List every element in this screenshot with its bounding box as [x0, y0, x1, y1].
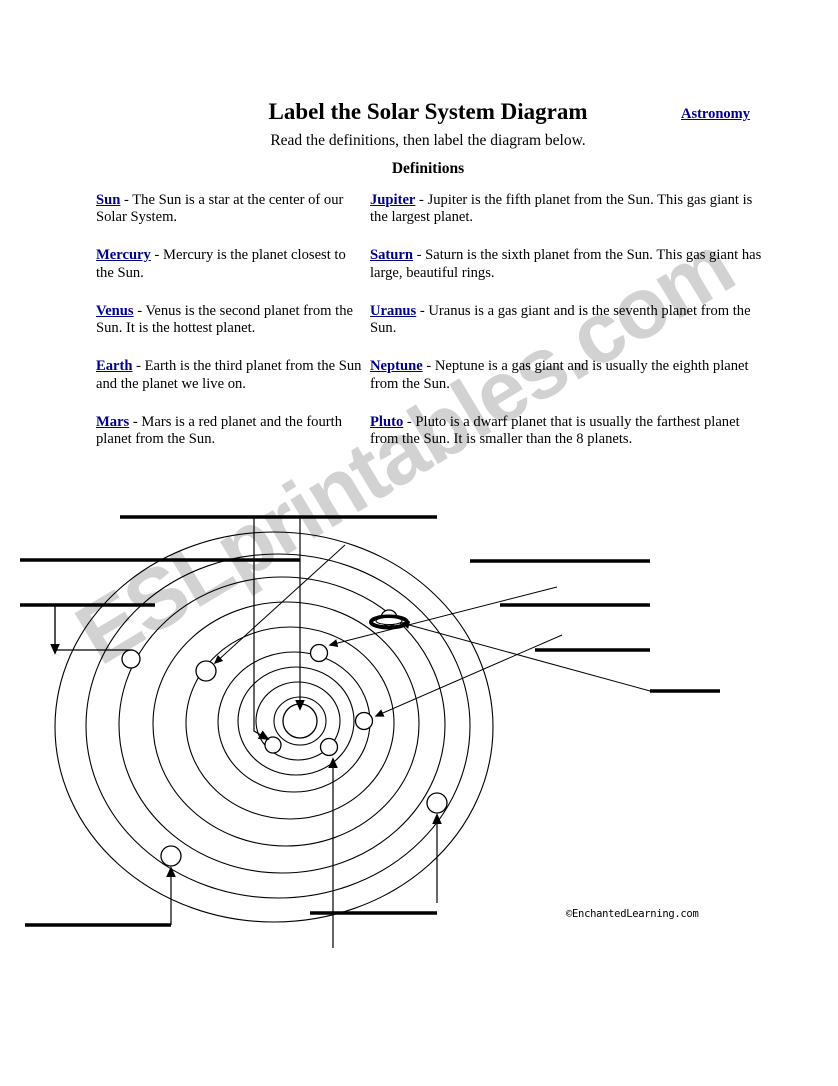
leader-to-earth: [328, 586, 558, 648]
leader-to-saturn: [400, 621, 651, 692]
planet-uranus: [195, 660, 217, 682]
definition-saturn: Saturn - Saturn is the sixth planet from…: [370, 247, 762, 281]
astronomy-category-link[interactable]: Astronomy: [681, 106, 750, 123]
planet-pluto-b: [426, 792, 448, 814]
definitions-heading: Definitions: [391, 160, 465, 177]
sun-body: [282, 703, 318, 739]
definition-text-neptune: - Neptune is a gas giant and is usually …: [370, 358, 749, 392]
definition-term-uranus: Uranus: [370, 302, 417, 319]
definition-text-mars: - Mars is a red planet and the fourth pl…: [96, 413, 342, 447]
definition-neptune: Neptune - Neptune is a gas giant and is …: [370, 358, 762, 392]
orbit-rings: [54, 531, 494, 923]
definition-uranus: Uranus - Uranus is a gas giant and is th…: [370, 303, 762, 337]
page-subtitle: Read the definitions, then label the dia…: [270, 132, 586, 149]
definition-jupiter: Jupiter - Jupiter is the fifth planet fr…: [370, 192, 762, 226]
definition-text-uranus: - Uranus is a gas giant and is the seven…: [370, 302, 751, 337]
definition-term-neptune: Neptune: [370, 358, 423, 375]
definition-mars: Mars - Mars is a red planet and the four…: [96, 414, 364, 448]
copyright-notice: ©EnchantedLearning.com: [566, 908, 699, 920]
definition-pluto: Pluto - Pluto is a dwarf planet that is …: [370, 414, 762, 448]
definitions-right-column: Jupiter - Jupiter is the fifth planet fr…: [370, 192, 762, 469]
orbit-ring-9: [54, 531, 494, 923]
leader-to-mars: [374, 634, 563, 717]
leader-to-jupiter: [213, 544, 346, 665]
definition-term-saturn: Saturn: [370, 247, 413, 264]
solar-system-diagram: [0, 495, 838, 955]
definition-mercury: Mercury - Mercury is the planet closest …: [96, 247, 364, 281]
definition-text-earth: - Earth is the third planet from the Sun…: [96, 358, 362, 392]
definition-term-mars: Mars: [96, 413, 130, 430]
definition-term-mercury: Mercury: [96, 247, 151, 264]
planet-pluto-a: [160, 845, 182, 867]
definition-term-venus: Venus: [96, 302, 134, 319]
definition-text-pluto: - Pluto is a dwarf planet that is usuall…: [370, 413, 740, 447]
planet-venus: [319, 737, 339, 757]
definition-sun: Sun - The Sun is a star at the center of…: [96, 192, 364, 226]
definition-text-venus: - Venus is the second planet from the Su…: [96, 302, 353, 337]
planet-earth: [309, 643, 329, 663]
definition-term-sun: Sun: [96, 192, 121, 208]
definition-text-saturn: - Saturn is the sixth planet from the Su…: [370, 247, 762, 281]
planet-neptune: [121, 649, 141, 669]
definition-text-jupiter: - Jupiter is the fifth planet from the S…: [370, 192, 753, 226]
definition-term-jupiter: Jupiter: [370, 192, 416, 208]
definition-earth: Earth - Earth is the third planet from t…: [96, 358, 364, 392]
leader-to-mercury: [253, 517, 270, 740]
leader-to-uranus: [54, 605, 133, 651]
definition-text-sun: - The Sun is a star at the center of our…: [96, 192, 344, 226]
saturn-planet: [369, 609, 409, 630]
definitions-left-column: Sun - The Sun is a star at the center of…: [96, 192, 364, 469]
definition-venus: Venus - Venus is the second planet from …: [96, 303, 364, 337]
planet-mars: [354, 711, 374, 731]
planet-mercury: [264, 736, 282, 754]
definition-term-earth: Earth: [96, 358, 133, 375]
definition-term-pluto: Pluto: [370, 413, 404, 430]
header: Label the Solar System Diagram Astronomy…: [0, 100, 838, 178]
